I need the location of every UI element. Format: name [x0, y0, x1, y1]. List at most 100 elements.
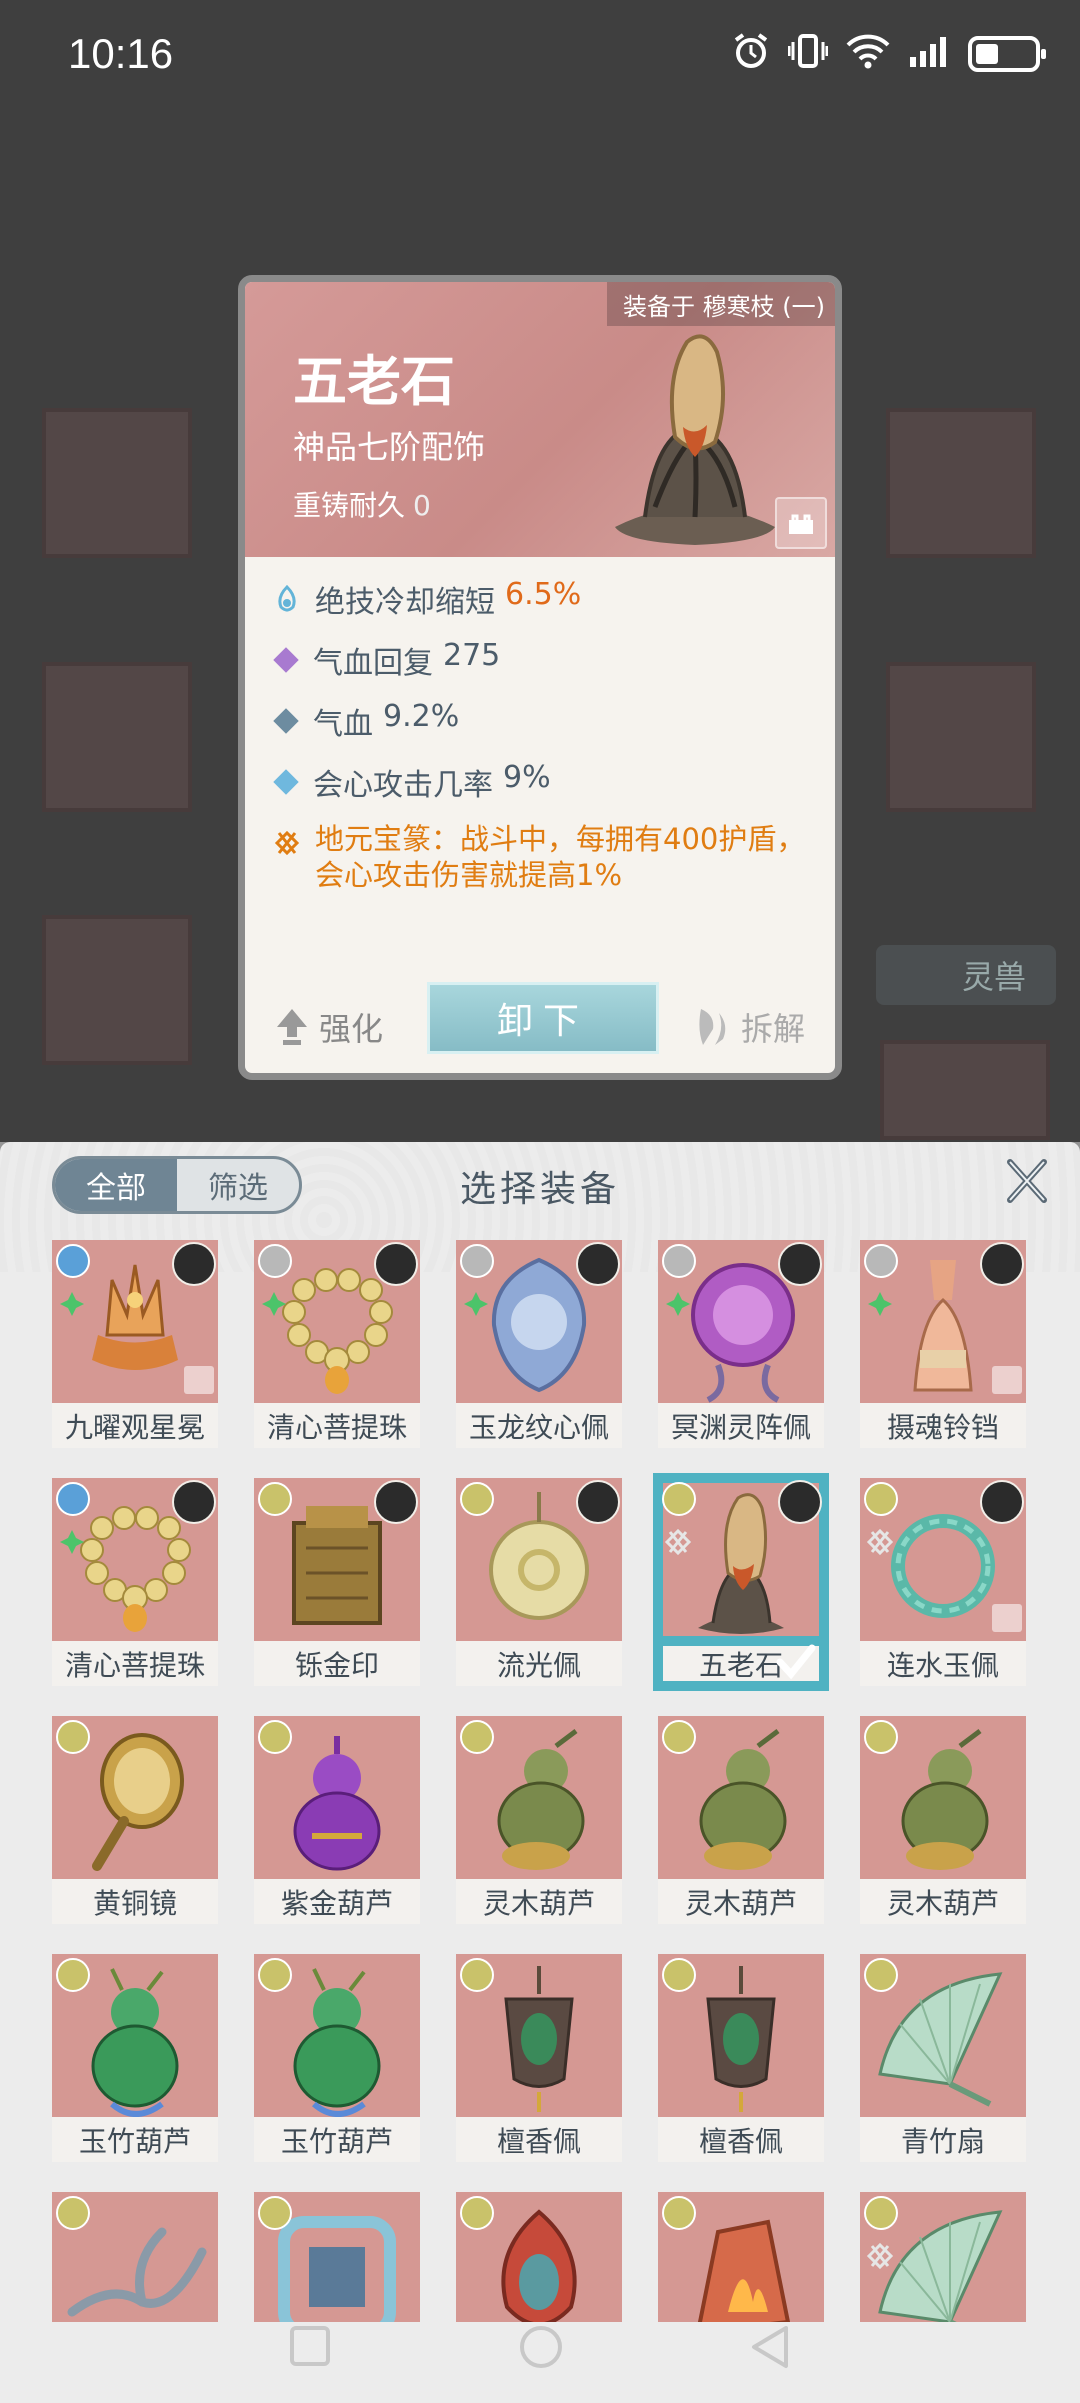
upgrade-button[interactable]: 强化 [275, 1004, 383, 1050]
set-leaf-icon [58, 1290, 86, 1318]
special-effect-text: 地元宝篆：战斗中，每拥有400护盾，会心攻击伤害就提高1% [315, 822, 806, 892]
stat-value: 275 [443, 638, 501, 673]
equipment-tile[interactable]: 檀香佩 [658, 1954, 824, 2162]
equipment-name: 清心菩提珠 [254, 1403, 420, 1448]
element-badge-icon [258, 2196, 292, 2230]
close-button[interactable] [1002, 1156, 1052, 1206]
equipment-tile[interactable]: 灵木葫芦 [658, 1716, 824, 1924]
set-mark-icon [664, 1528, 692, 1556]
equipment-name: 黄铜镜 [52, 1879, 218, 1924]
stat-value: 6.5% [505, 577, 582, 612]
equipment-name: 连水玉佩 [860, 1641, 1026, 1686]
back-button[interactable] [748, 2324, 792, 2374]
bg-equip-slot[interactable] [42, 408, 192, 558]
equipment-tile[interactable]: 五老石 [653, 1473, 829, 1691]
bg-equip-slot[interactable] [886, 408, 1036, 558]
element-badge-icon [56, 1958, 90, 1992]
set-effect-icon [273, 829, 301, 857]
set-leaf-icon [462, 1290, 490, 1318]
equipment-tile[interactable]: 九曜观星冕 [52, 1240, 218, 1448]
cooldown-icon [273, 584, 301, 613]
stat-row: 气血 9.2% [267, 699, 827, 760]
status-time: 10:16 [68, 30, 174, 77]
equipment-tile[interactable]: 清心菩提珠 [254, 1240, 420, 1448]
element-badge-icon [864, 1720, 898, 1754]
system-nav-bar [0, 2300, 1080, 2403]
equipment-name: 摄魂铃铛 [860, 1403, 1026, 1448]
owner-avatar [980, 1242, 1024, 1286]
bg-equip-slot[interactable] [42, 915, 192, 1065]
equipment-name: 九曜观星冕 [52, 1403, 218, 1448]
element-badge-icon [258, 1244, 292, 1278]
owner-avatar [778, 1480, 822, 1524]
unequip-label: 卸下 [496, 1001, 589, 1042]
element-badge-icon [258, 1720, 292, 1754]
equipment-tile[interactable]: 灵木葫芦 [456, 1716, 622, 1924]
equipment-tile[interactable]: 连水玉佩 [860, 1478, 1026, 1686]
element-badge-icon [864, 2196, 898, 2230]
item-stats: 绝技冷却缩短 6.5% 气血回复 275 气血 9.2% 会心攻击几率 9% 地… [267, 577, 827, 893]
equipment-tile[interactable]: 青竹扇 [860, 1954, 1026, 2162]
equipment-tile[interactable]: 清心菩提珠 [52, 1478, 218, 1686]
stat-value: 9.2% [383, 699, 460, 734]
equipment-tile[interactable]: 檀香佩 [456, 1954, 622, 2162]
equipment-name: 铄金印 [254, 1641, 420, 1686]
owner-avatar [374, 1242, 418, 1286]
lock-icon[interactable] [775, 497, 827, 549]
element-badge-icon [864, 1244, 898, 1278]
equipment-name: 玉竹葫芦 [52, 2117, 218, 2162]
spirit-beast-tab[interactable]: 灵兽 [876, 945, 1056, 1005]
element-badge-icon [662, 1482, 696, 1516]
lock-icon [992, 1366, 1022, 1394]
equipment-name: 玉龙纹心佩 [456, 1403, 622, 1448]
item-detail-header: 装备于 穆寒枝 (一) 五老石 神品七阶配饰 重铸耐久 0 [245, 282, 835, 557]
unequip-button[interactable]: 卸下 [427, 982, 659, 1054]
diamond-icon [273, 708, 299, 734]
home-button[interactable] [518, 2324, 564, 2374]
alarm-icon [732, 32, 770, 75]
element-badge-icon [56, 1244, 90, 1278]
panel-title: 选择装备 [459, 1169, 620, 1210]
set-mark-icon [866, 1528, 894, 1556]
equipment-tile[interactable]: 玉龙纹心佩 [456, 1240, 622, 1448]
equipment-name: 灵木葫芦 [658, 1879, 824, 1924]
battery-icon [968, 35, 1046, 72]
equipment-tile[interactable]: 黄铜镜 [52, 1716, 218, 1924]
equipment-tile[interactable]: 流光佩 [456, 1478, 622, 1686]
equipment-tile[interactable]: 紫金葫芦 [254, 1716, 420, 1924]
durability-label: 重铸耐久 [293, 489, 406, 522]
status-icons [732, 32, 1046, 75]
upgrade-label: 强化 [319, 1010, 384, 1048]
equipment-tile[interactable]: 铄金印 [254, 1478, 420, 1686]
equipment-tile[interactable]: 玉竹葫芦 [254, 1954, 420, 2162]
bg-equip-slot[interactable] [886, 662, 1036, 812]
signal-icon [908, 35, 950, 72]
bg-equip-slot[interactable] [42, 662, 192, 812]
owner-avatar [172, 1480, 216, 1524]
set-leaf-icon [664, 1290, 692, 1318]
stat-label: 绝技冷却缩短 [315, 585, 495, 620]
item-grade: 神品七阶配饰 [293, 428, 486, 466]
stat-row: 绝技冷却缩短 6.5% [267, 577, 827, 638]
equipment-tile[interactable]: 灵木葫芦 [860, 1716, 1026, 1924]
equipment-name: 灵木葫芦 [456, 1879, 622, 1924]
recent-apps-button[interactable] [288, 2324, 332, 2372]
owner-avatar [980, 1480, 1024, 1524]
element-badge-icon [56, 1720, 90, 1754]
element-badge-icon [460, 1720, 494, 1754]
diamond-icon [273, 769, 299, 795]
dismantle-button[interactable]: 拆解 [695, 1004, 805, 1050]
equipment-tile[interactable]: 玉竹葫芦 [52, 1954, 218, 2162]
element-badge-icon [460, 1244, 494, 1278]
owner-avatar [576, 1480, 620, 1524]
equipment-tile[interactable]: 摄魂铃铛 [860, 1240, 1026, 1448]
element-badge-icon [460, 1482, 494, 1516]
equipment-tile[interactable]: 冥渊灵阵佩 [658, 1240, 824, 1448]
square-icon [290, 2326, 330, 2366]
item-name: 五老石 [293, 349, 455, 413]
owner-avatar [172, 1242, 216, 1286]
element-badge-icon [258, 1958, 292, 1992]
element-badge-icon [864, 1482, 898, 1516]
bg-equip-slot[interactable] [880, 1040, 1050, 1140]
lock-icon [992, 1604, 1022, 1632]
